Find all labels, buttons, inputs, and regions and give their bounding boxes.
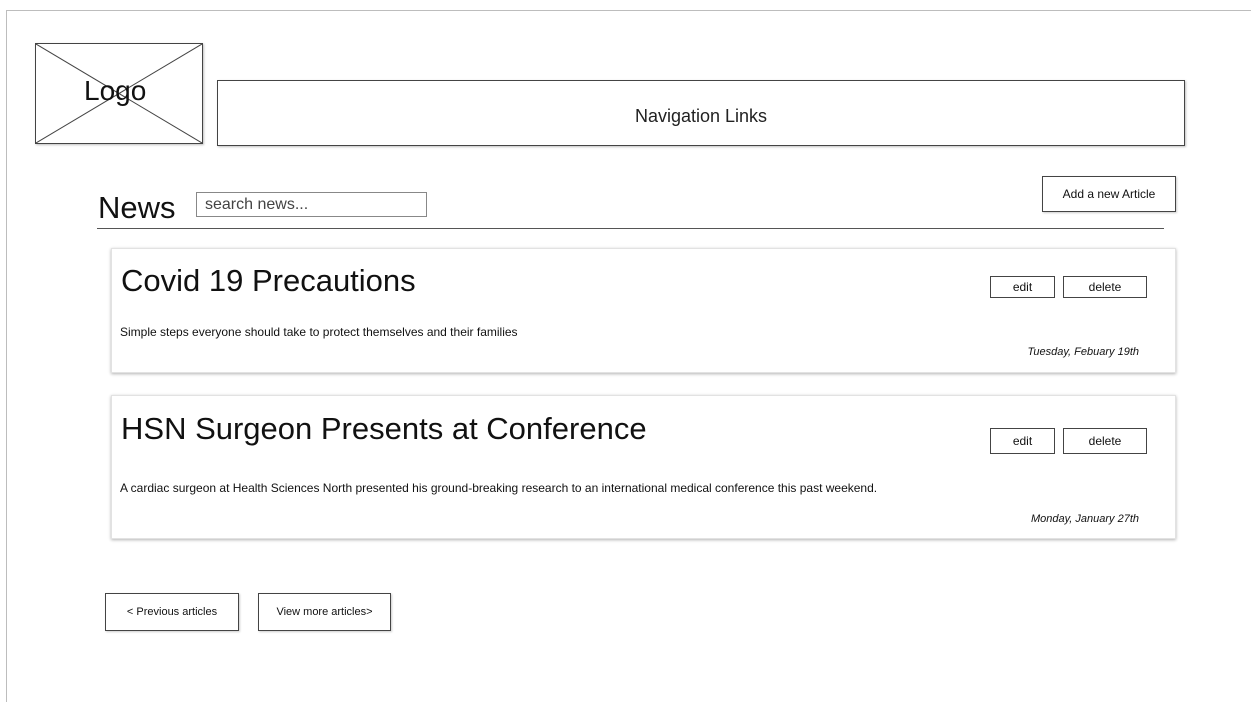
delete-button[interactable]: delete [1063, 428, 1147, 454]
logo-text: Logo [84, 75, 147, 106]
article-card: HSN Surgeon Presents at Conference edit … [111, 395, 1176, 539]
article-date: Tuesday, Febuary 19th [1027, 346, 1140, 358]
navigation-links-label: Navigation Links [634, 105, 768, 126]
search-input[interactable] [196, 192, 427, 217]
article-card: Covid 19 Precautions edit delete Simple … [111, 248, 1176, 373]
article-date: Monday, January 27th [1030, 513, 1139, 525]
section-divider [97, 228, 1164, 229]
view-more-articles-button[interactable]: View more articles> [258, 593, 391, 631]
page-title: News [98, 190, 176, 225]
previous-articles-button[interactable]: < Previous articles [105, 593, 239, 631]
article-summary: A cardiac surgeon at Health Sciences Nor… [120, 481, 878, 495]
logo-placeholder[interactable]: Logo [35, 43, 203, 144]
article-title[interactable]: Covid 19 Precautions [121, 263, 416, 299]
delete-button[interactable]: delete [1063, 276, 1147, 298]
article-title[interactable]: HSN Surgeon Presents at Conference [121, 411, 647, 447]
edit-button[interactable]: edit [990, 428, 1055, 454]
navigation-bar[interactable]: Navigation Links [217, 80, 1185, 146]
edit-button[interactable]: edit [990, 276, 1055, 298]
add-article-button[interactable]: Add a new Article [1042, 176, 1176, 212]
article-summary: Simple steps everyone should take to pro… [120, 325, 518, 339]
